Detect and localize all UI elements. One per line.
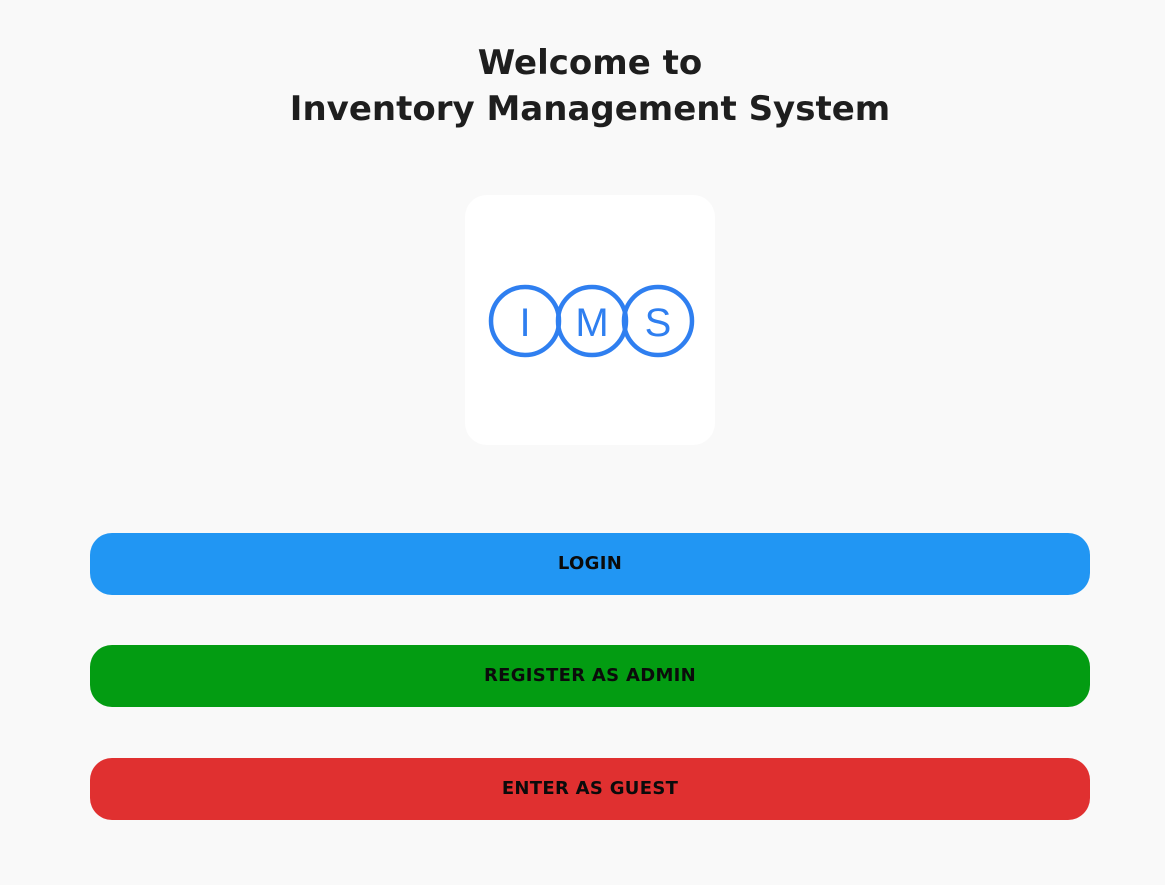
logo-letter-i: I [519, 301, 530, 345]
welcome-screen: Welcome to Inventory Management System I… [0, 0, 1165, 885]
logo-letter-s: S [645, 301, 672, 345]
enter-as-guest-button[interactable]: ENTER AS GUEST [90, 758, 1090, 820]
ims-logo: I M S [488, 284, 695, 358]
logo-letter-m: M [575, 301, 608, 345]
page-title-line-1: Welcome to [477, 43, 703, 83]
logo-card: I M S [465, 195, 715, 445]
page-title: Welcome to Inventory Management System [0, 40, 1165, 132]
register-as-admin-button[interactable]: REGISTER AS ADMIN [90, 645, 1090, 707]
page-title-line-2: Inventory Management System [289, 89, 891, 129]
login-button[interactable]: LOGIN [90, 533, 1090, 595]
